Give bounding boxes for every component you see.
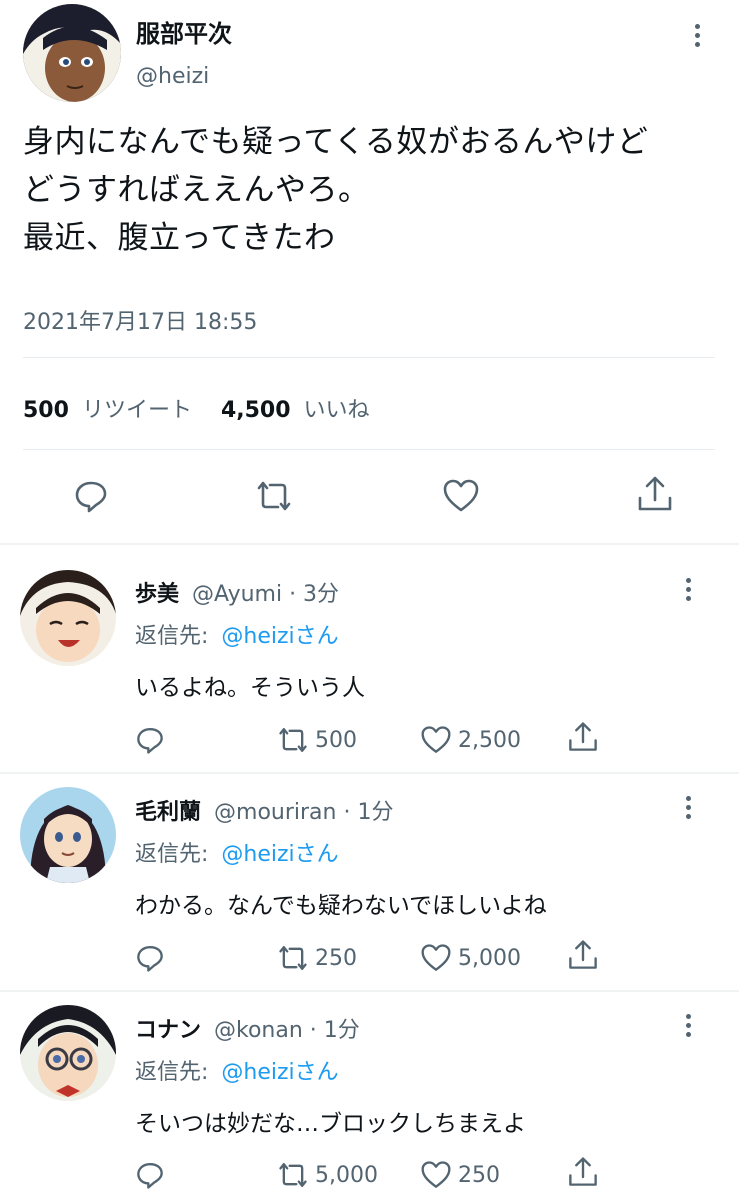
retweet-icon[interactable]: [275, 725, 311, 755]
reply-icon[interactable]: [135, 1160, 165, 1190]
display-name[interactable]: コナン: [135, 1018, 201, 1043]
section-divider: [0, 543, 739, 545]
share-icon[interactable]: [636, 474, 674, 514]
heart-icon[interactable]: [420, 1160, 452, 1190]
avatar[interactable]: [20, 570, 116, 666]
like-label[interactable]: いいね: [304, 398, 370, 423]
handle-time[interactable]: @mouriran · 1分: [214, 800, 393, 825]
handle[interactable]: @heizi: [136, 64, 209, 89]
divider: [0, 772, 739, 774]
handle-time[interactable]: @Ayumi · 3分: [192, 582, 339, 607]
avatar[interactable]: [20, 1005, 116, 1101]
reply-icon[interactable]: [135, 943, 165, 973]
reply-icon[interactable]: [135, 725, 165, 755]
display-name[interactable]: 歩美: [135, 582, 179, 607]
handle-time[interactable]: @konan · 1分: [214, 1018, 360, 1043]
reply-to-link[interactable]: @heiziさん: [221, 624, 338, 649]
more-vertical-icon[interactable]: [686, 1014, 692, 1041]
tweet-text-line: 身内になんでも疑ってくる奴がおるんやけど: [23, 124, 649, 160]
share-icon[interactable]: [567, 720, 599, 754]
retweet-count[interactable]: 500: [23, 398, 69, 423]
timestamp[interactable]: 2021年7月17日 18:55: [23, 304, 257, 336]
tweet-text: 身内になんでも疑ってくる奴がおるんやけど どうすればええんやろ。 最近、腹立って…: [23, 118, 648, 262]
reply-to-line: 返信先: @heiziさん: [135, 1054, 339, 1086]
like-count[interactable]: 4,500: [221, 398, 291, 423]
display-name[interactable]: 服部平次: [136, 14, 232, 49]
divider: [23, 449, 715, 450]
reply-header: コナン @konan · 1分: [135, 1012, 360, 1044]
like-count: 5,000: [458, 946, 521, 971]
retweet-icon[interactable]: [253, 478, 295, 514]
heart-icon[interactable]: [420, 725, 452, 755]
reply-to-link[interactable]: @heiziさん: [221, 1060, 338, 1085]
reply-icon[interactable]: [73, 478, 109, 514]
reply-text: いるよね。そういう人: [135, 675, 365, 701]
tweet-text-line: どうすればええんやろ。: [23, 172, 370, 208]
retweet-count: 500: [315, 728, 357, 753]
reply-text: わかる。なんでも疑わないでほしいよね: [135, 893, 547, 919]
divider: [0, 990, 739, 992]
heart-icon[interactable]: [442, 478, 480, 514]
reply-to-line: 返信先: @heiziさん: [135, 618, 339, 650]
retweet-label[interactable]: リツイート: [82, 398, 192, 423]
reply-header: 毛利蘭 @mouriran · 1分: [135, 794, 393, 826]
reply-prefix: 返信先:: [135, 1060, 209, 1085]
retweet-count: 5,000: [315, 1163, 378, 1188]
more-vertical-icon[interactable]: [695, 24, 701, 51]
share-icon[interactable]: [567, 938, 599, 972]
divider: [23, 357, 715, 358]
retweet-icon[interactable]: [275, 943, 311, 973]
tweet-text-line: 最近、腹立ってきたわ: [23, 220, 336, 256]
reply-prefix: 返信先:: [135, 842, 209, 867]
reply-prefix: 返信先:: [135, 624, 209, 649]
reply-to-link[interactable]: @heiziさん: [221, 842, 338, 867]
avatar[interactable]: [23, 4, 121, 102]
display-name[interactable]: 毛利蘭: [135, 800, 201, 825]
like-count: 2,500: [458, 728, 521, 753]
more-vertical-icon[interactable]: [686, 578, 692, 605]
retweet-icon[interactable]: [275, 1160, 311, 1190]
share-icon[interactable]: [567, 1155, 599, 1189]
retweet-count: 250: [315, 946, 357, 971]
avatar[interactable]: [20, 787, 116, 883]
engagement-stats: 500 リツイート 4,500 いいね: [23, 392, 370, 424]
reply-header: 歩美 @Ayumi · 3分: [135, 576, 339, 608]
like-count: 250: [458, 1163, 500, 1188]
reply-to-line: 返信先: @heiziさん: [135, 836, 339, 868]
more-vertical-icon[interactable]: [686, 796, 692, 823]
reply-text: そいつは妙だな…ブロックしちまえよ: [135, 1111, 526, 1137]
heart-icon[interactable]: [420, 943, 452, 973]
